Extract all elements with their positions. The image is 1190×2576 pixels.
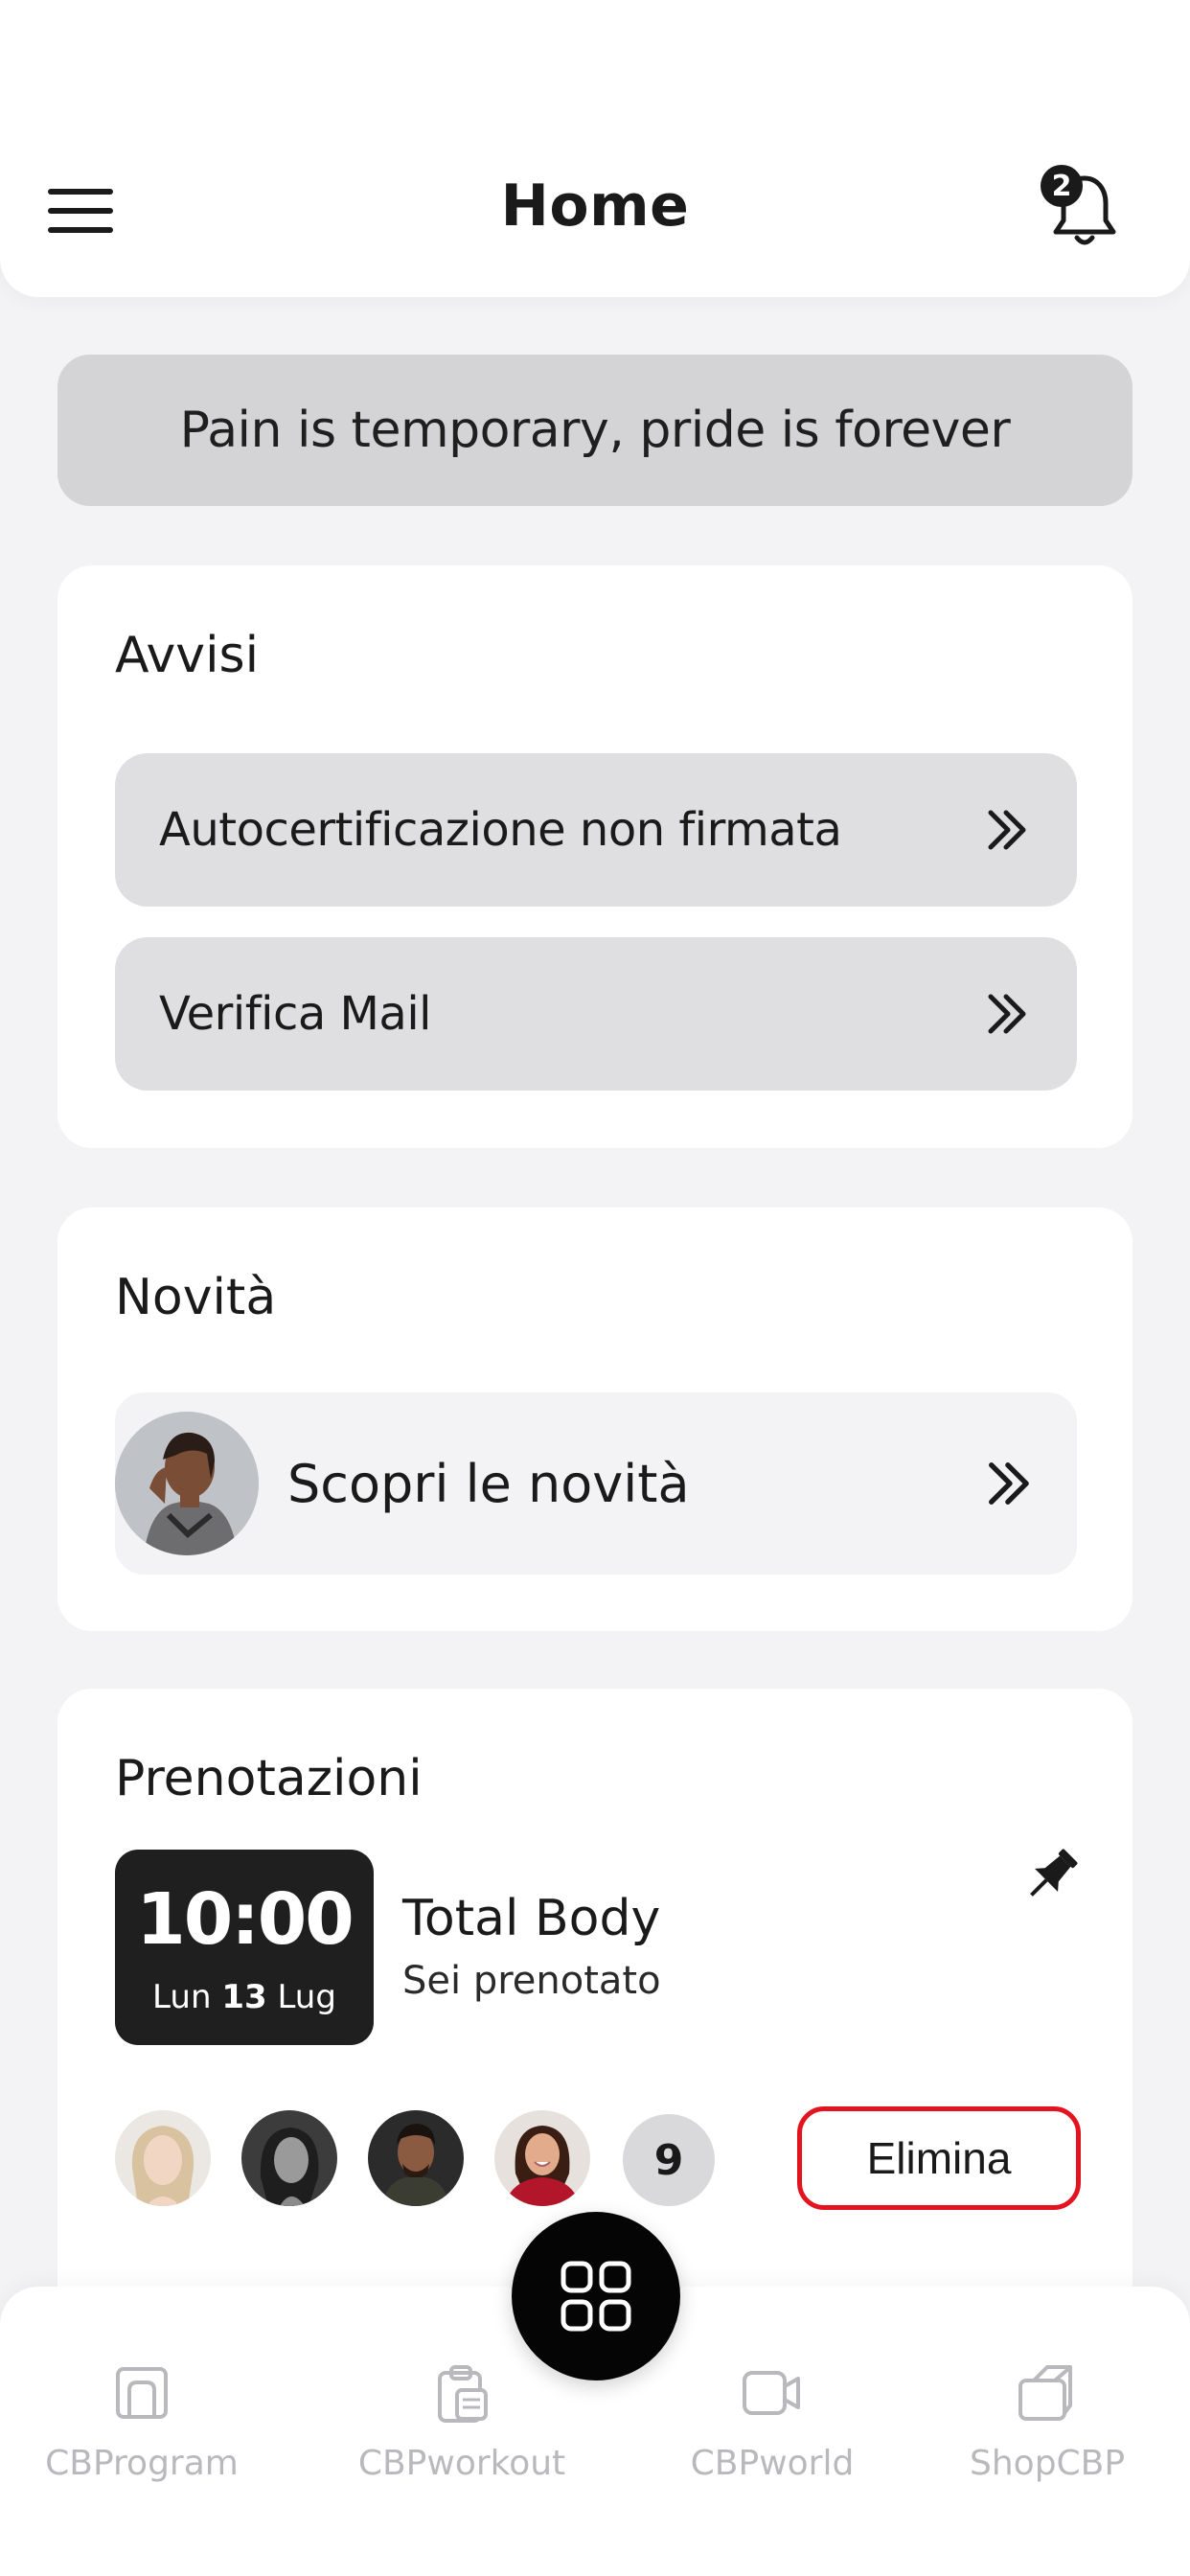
news-avatar-image bbox=[115, 1412, 259, 1555]
nav-item-cbprogram[interactable]: CBProgram bbox=[42, 2359, 241, 2483]
video-camera-icon bbox=[743, 2371, 800, 2415]
booking-time-box: 10:00 Lun 13 Lug bbox=[115, 1850, 374, 2045]
double-chevron-right-icon bbox=[989, 1462, 1029, 1505]
nav-label: ShopCBP bbox=[970, 2444, 1126, 2483]
grid-menu-button[interactable] bbox=[512, 2212, 680, 2380]
double-chevron-right-icon bbox=[988, 810, 1026, 850]
nav-label: CBPworkout bbox=[357, 2444, 566, 2483]
nav-item-shopcbp[interactable]: ShopCBP bbox=[970, 2359, 1126, 2483]
discover-news-label: Scopri le novità bbox=[287, 1453, 690, 1514]
booking-date: Lun 13 Lug bbox=[115, 1978, 374, 2016]
booking-status: Sei prenotato bbox=[402, 1959, 661, 2003]
news-title: Novità bbox=[115, 1269, 277, 1326]
alert-item-verify-mail[interactable]: Verifica Mail bbox=[115, 937, 1077, 1091]
double-chevron-right-icon bbox=[988, 994, 1026, 1034]
program-icon bbox=[116, 2367, 168, 2419]
news-card: Novità Scopri le novità bbox=[57, 1208, 1133, 1631]
booking-time: 10:00 bbox=[136, 1878, 355, 1961]
pin-icon[interactable] bbox=[1018, 1842, 1085, 1909]
nav-item-cbpworld[interactable]: CBPworld bbox=[688, 2359, 857, 2483]
nav-label: CBProgram bbox=[45, 2444, 239, 2483]
page-title: Home bbox=[500, 172, 690, 240]
notifications-button[interactable]: 2 bbox=[1037, 161, 1133, 257]
booking-month: Lug bbox=[277, 1978, 336, 2016]
attendee-avatar bbox=[241, 2110, 337, 2206]
booking-day-number: 13 bbox=[221, 1978, 267, 2016]
nav-label: CBPworld bbox=[690, 2444, 855, 2483]
grid-icon bbox=[561, 2261, 631, 2332]
booking-class-name: Total Body bbox=[402, 1890, 661, 1947]
attendee-avatar bbox=[368, 2110, 464, 2206]
extra-attendees-count[interactable]: 9 bbox=[623, 2114, 715, 2206]
notification-badge: 2 bbox=[1041, 165, 1083, 207]
alert-item-self-certification[interactable]: Autocertificazione non firmata bbox=[115, 753, 1077, 907]
attendee-avatar bbox=[494, 2110, 590, 2206]
app-header: Home 2 bbox=[0, 0, 1190, 297]
shopping-bag-icon bbox=[1018, 2365, 1072, 2421]
alerts-card: Avvisi Autocertificazione non firmata Ve… bbox=[57, 565, 1133, 1148]
attendee-avatar bbox=[115, 2110, 211, 2206]
motivational-quote: Pain is temporary, pride is forever bbox=[57, 355, 1133, 506]
nav-item-cbpworkout[interactable]: CBPworkout bbox=[356, 2359, 567, 2483]
delete-booking-button[interactable]: Elimina bbox=[797, 2106, 1081, 2210]
discover-news-button[interactable]: Scopri le novità bbox=[115, 1392, 1077, 1575]
alerts-title: Avvisi bbox=[115, 627, 260, 684]
bookings-title: Prenotazioni bbox=[115, 1750, 423, 1807]
alert-item-label: Autocertificazione non firmata bbox=[159, 803, 842, 857]
alert-item-label: Verifica Mail bbox=[159, 987, 432, 1041]
clipboard-icon bbox=[438, 2365, 488, 2423]
booking-day-name: Lun bbox=[152, 1978, 212, 2016]
